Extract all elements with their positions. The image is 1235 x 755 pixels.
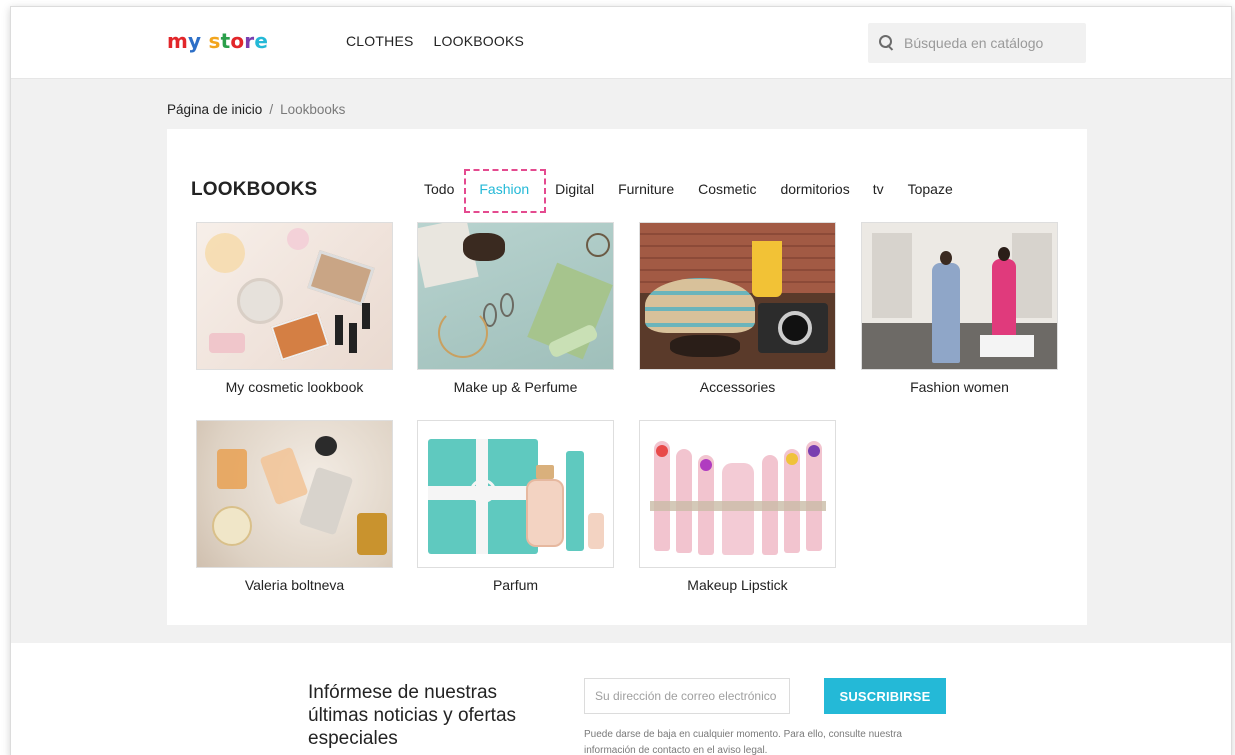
store-logo[interactable]: my store <box>167 29 268 53</box>
search-box <box>868 23 1086 63</box>
newsletter-note: Puede darse de baja en cualquier momento… <box>584 729 902 755</box>
lookbook-thumbnail-parfum[interactable] <box>417 420 614 568</box>
lookbook-item[interactable]: My cosmetic lookbook <box>196 222 393 395</box>
main-nav: CLOTHES LOOKBOOKS <box>346 33 524 49</box>
newsletter-email-input[interactable] <box>584 678 790 714</box>
lookbook-label[interactable]: Parfum <box>417 577 614 593</box>
page-title: LOOKBOOKS <box>191 179 318 200</box>
filter-cosmetic[interactable]: Cosmetic <box>698 181 756 197</box>
logo-letter <box>201 29 208 53</box>
newsletter-section: Infórmese de nuestras últimas noticias y… <box>11 643 1231 755</box>
lookbook-thumbnail-cosmetic[interactable] <box>196 222 393 370</box>
lookbook-item[interactable]: Parfum <box>417 420 614 593</box>
logo-letter: m <box>167 29 189 53</box>
search-icon[interactable] <box>878 34 896 52</box>
nav-item-lookbooks[interactable]: LOOKBOOKS <box>434 33 525 49</box>
lookbook-item[interactable]: Makeup Lipstick <box>639 420 836 593</box>
breadcrumb-home[interactable]: Página de inicio <box>167 102 262 117</box>
nav-item-clothes[interactable]: CLOTHES <box>346 33 414 49</box>
category-filters: Todo Fashion Digital Furniture Cosmetic … <box>424 169 953 213</box>
logo-letter: o <box>230 29 245 53</box>
filter-fashion[interactable]: Fashion <box>464 169 547 213</box>
lookbook-item[interactable]: Fashion women <box>861 222 1058 395</box>
lookbook-label[interactable]: Valeria boltneva <box>196 577 393 593</box>
search-input[interactable] <box>904 35 1074 51</box>
lookbook-thumbnail-makeup-perfume[interactable] <box>417 222 614 370</box>
filter-tv[interactable]: tv <box>873 181 884 197</box>
lookbook-item[interactable]: Make up & Perfume <box>417 222 614 395</box>
site-header: my store CLOTHES LOOKBOOKS <box>11 7 1231 79</box>
lookbook-thumbnail-fashion-women[interactable] <box>861 222 1058 370</box>
breadcrumb-current: Lookbooks <box>280 102 346 117</box>
breadcrumb-separator: / <box>269 102 274 117</box>
lookbook-thumbnail-accessories[interactable] <box>639 222 836 370</box>
lookbooks-card: LOOKBOOKS Todo Fashion Digital Furniture… <box>167 129 1087 625</box>
lookbook-thumbnail-valeria-boltneva[interactable] <box>196 420 393 568</box>
filter-topaze[interactable]: Topaze <box>908 181 953 197</box>
breadcrumb: Página de inicio / Lookbooks <box>167 102 345 117</box>
lookbook-label[interactable]: Accessories <box>639 379 836 395</box>
logo-letter: e <box>254 29 269 53</box>
filter-dormitorios[interactable]: dormitorios <box>780 181 849 197</box>
logo-letter: y <box>188 29 202 53</box>
filter-digital[interactable]: Digital <box>555 181 594 197</box>
lookbook-label[interactable]: Makeup Lipstick <box>639 577 836 593</box>
lookbook-label[interactable]: My cosmetic lookbook <box>196 379 393 395</box>
lookbook-thumbnail-makeup-lipstick[interactable] <box>639 420 836 568</box>
subscribe-button[interactable]: SUSCRIBIRSE <box>824 678 946 714</box>
newsletter-text: Infórmese de nuestras últimas noticias y… <box>308 682 517 749</box>
browser-frame: my store CLOTHES LOOKBOOKS Página de ini… <box>10 6 1232 755</box>
filter-furniture[interactable]: Furniture <box>618 181 674 197</box>
logo-letter: r <box>244 29 255 53</box>
filter-todo[interactable]: Todo <box>424 181 454 197</box>
logo-letter: s <box>208 29 221 53</box>
lookbook-label[interactable]: Fashion women <box>861 379 1058 395</box>
lookbook-item[interactable]: Valeria boltneva <box>196 420 393 593</box>
lookbook-label[interactable]: Make up & Perfume <box>417 379 614 395</box>
lookbook-item[interactable]: Accessories <box>639 222 836 395</box>
logo-letter: t <box>220 29 231 53</box>
